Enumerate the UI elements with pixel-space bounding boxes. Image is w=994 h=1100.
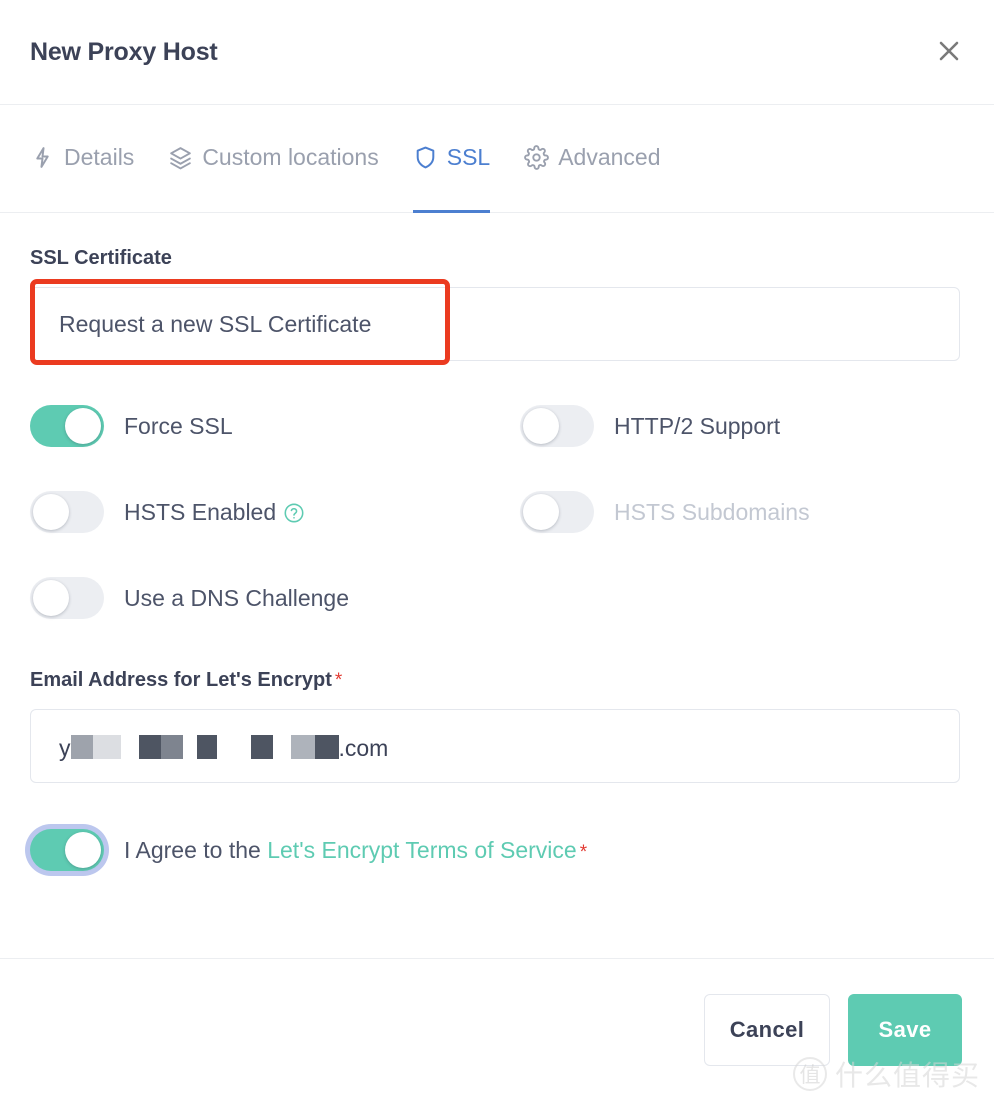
shield-icon <box>413 145 438 170</box>
toggle-row-http2-support: HTTP/2 Support <box>520 383 964 469</box>
gear-icon <box>524 145 549 170</box>
tab-details-label: Details <box>64 146 134 169</box>
redaction-block <box>71 735 93 759</box>
force-ssl-toggle[interactable] <box>30 405 104 447</box>
force-ssl-label: Force SSL <box>124 413 233 440</box>
hsts-subdomains-label: HSTS Subdomains <box>614 499 810 526</box>
modal-footer: Cancel Save <box>0 958 994 1100</box>
modal-body: SSL Certificate Request a new SSL Certif… <box>0 213 994 1066</box>
tab-bar: Details Custom locations SSL <box>0 105 994 213</box>
bolt-icon <box>30 145 55 170</box>
redaction-spacer <box>183 735 197 759</box>
email-section: Email Address for Let's Encrypt* y.com I… <box>30 669 964 873</box>
toggle-row-force-ssl: Force SSL <box>30 383 520 469</box>
tab-advanced-label: Advanced <box>558 146 660 169</box>
hsts-enabled-toggle[interactable] <box>30 491 104 533</box>
layers-icon <box>168 145 193 170</box>
tab-ssl-label: SSL <box>447 146 490 169</box>
tab-custom-locations[interactable]: Custom locations <box>168 105 378 212</box>
tab-details[interactable]: Details <box>30 105 134 212</box>
redaction-block <box>139 735 161 759</box>
email-value-suffix: .com <box>339 737 389 760</box>
toggle-row-hsts-subdomains: HSTS Subdomains <box>520 469 964 555</box>
ssl-certificate-heading: SSL Certificate <box>30 247 964 270</box>
grid-spacer <box>520 555 964 641</box>
page-title: New Proxy Host <box>30 38 218 67</box>
dns-challenge-label: Use a DNS Challenge <box>124 585 349 612</box>
new-proxy-host-modal: New Proxy Host Details <box>0 0 994 1100</box>
redaction-block <box>251 735 273 759</box>
save-button[interactable]: Save <box>848 994 962 1066</box>
agree-text-before: I Agree to the <box>124 837 261 863</box>
modal-header: New Proxy Host <box>0 0 994 105</box>
hsts-enabled-text: HSTS Enabled <box>124 499 276 525</box>
email-value-redacted: y .com <box>59 732 388 760</box>
toggle-row-dns-challenge: Use a DNS Challenge <box>30 555 520 641</box>
ssl-options-grid: Force SSL HTTP/2 Support HSTS Enabled HS… <box>30 383 964 641</box>
email-required-marker: * <box>335 670 342 691</box>
email-label-text: Email Address for Let's Encrypt <box>30 669 332 691</box>
toggle-knob <box>523 494 559 530</box>
toggle-row-hsts-enabled: HSTS Enabled <box>30 469 520 555</box>
tab-ssl[interactable]: SSL <box>413 105 490 212</box>
redaction-block <box>161 735 183 759</box>
toggle-knob <box>33 580 69 616</box>
toggle-knob <box>65 832 101 868</box>
email-input[interactable]: y .com <box>30 709 960 783</box>
hsts-subdomains-toggle[interactable] <box>520 491 594 533</box>
email-label: Email Address for Let's Encrypt* <box>30 669 964 692</box>
agree-required-marker: * <box>580 842 587 863</box>
redaction-spacer <box>273 735 291 759</box>
tab-custom-locations-label: Custom locations <box>202 146 378 169</box>
agree-toggle[interactable] <box>30 829 104 871</box>
redaction-block <box>291 735 315 759</box>
help-circle-icon[interactable] <box>283 502 305 524</box>
ssl-certificate-select-value: Request a new SSL Certificate <box>59 311 371 338</box>
cancel-button[interactable]: Cancel <box>704 994 830 1066</box>
toggle-knob <box>523 408 559 444</box>
agree-text: I Agree to the Let's Encrypt Terms of Se… <box>124 837 587 864</box>
toggle-knob <box>65 408 101 444</box>
tab-advanced[interactable]: Advanced <box>524 105 660 212</box>
ssl-certificate-select[interactable]: Request a new SSL Certificate <box>30 287 960 361</box>
dns-challenge-toggle[interactable] <box>30 577 104 619</box>
ssl-certificate-select-wrapper: Request a new SSL Certificate <box>30 287 960 361</box>
hsts-enabled-label: HSTS Enabled <box>124 499 305 526</box>
redaction-spacer <box>121 735 139 759</box>
close-button[interactable] <box>930 32 968 70</box>
redaction-block <box>197 735 217 759</box>
redaction-block <box>315 735 339 759</box>
http2-support-label: HTTP/2 Support <box>614 413 780 440</box>
redaction-block <box>93 735 121 759</box>
terms-of-service-link[interactable]: Let's Encrypt Terms of Service <box>267 837 576 863</box>
email-value-prefix: y <box>59 737 71 760</box>
agree-row: I Agree to the Let's Encrypt Terms of Se… <box>30 827 964 873</box>
close-icon <box>936 38 962 64</box>
redaction-spacer <box>217 735 251 759</box>
toggle-knob <box>33 494 69 530</box>
http2-support-toggle[interactable] <box>520 405 594 447</box>
